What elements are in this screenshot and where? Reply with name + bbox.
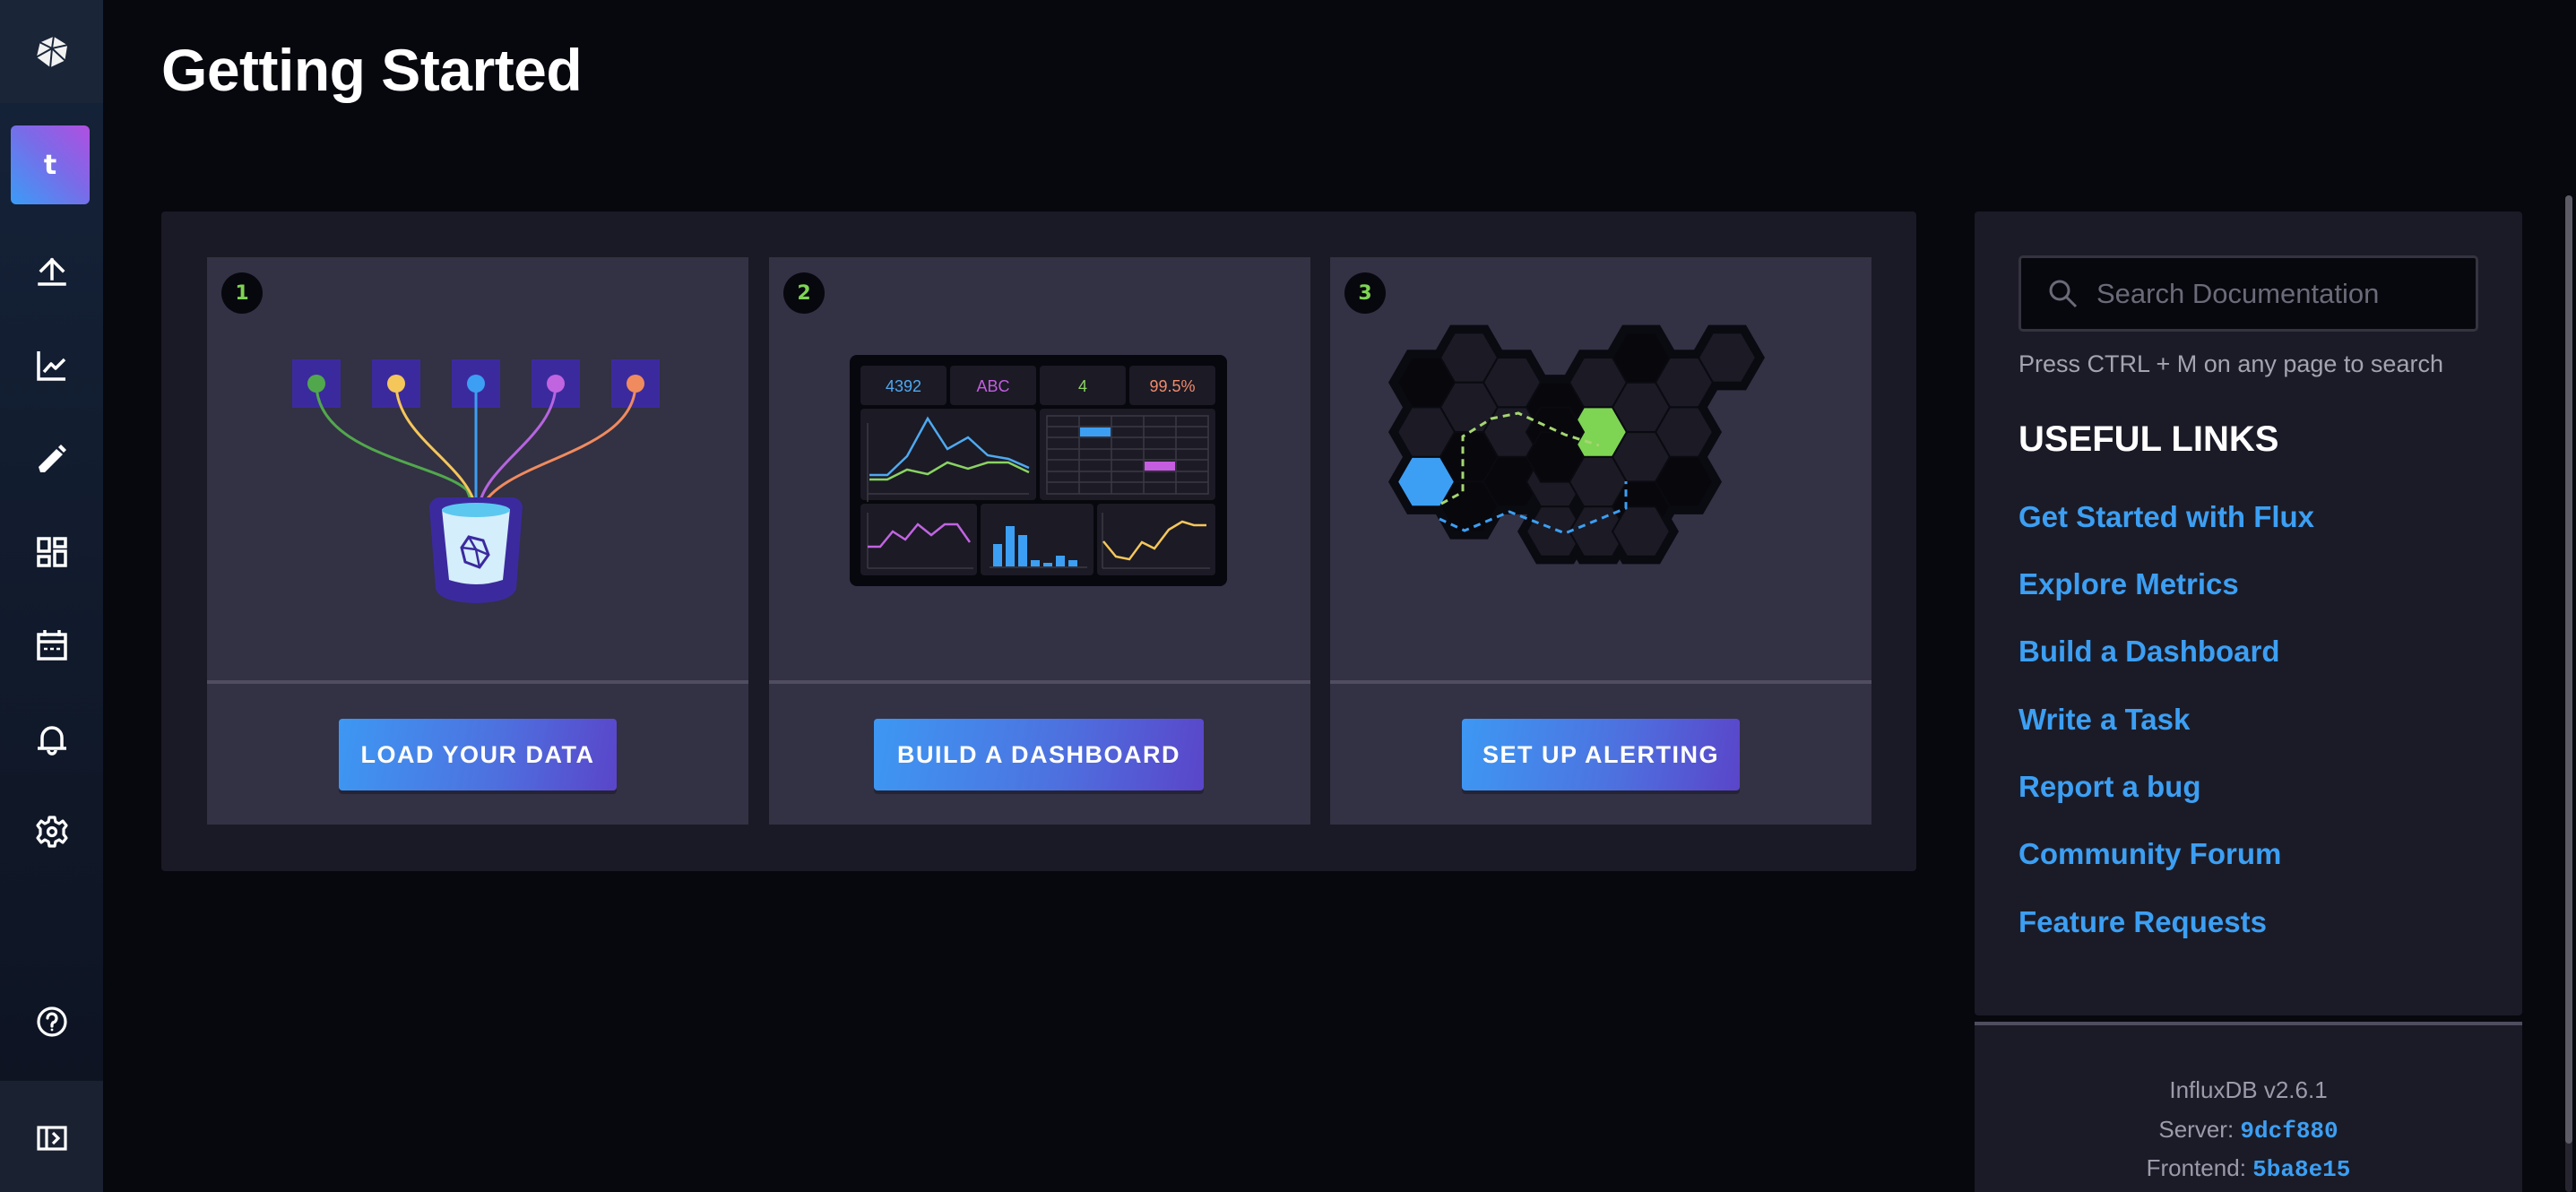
link-get-started-flux[interactable]: Get Started with Flux	[2018, 500, 2314, 534]
search-hint: Press CTRL + M on any page to search	[2018, 350, 2443, 377]
graph-icon	[36, 351, 65, 381]
useful-links-heading: USEFUL LINKS	[2018, 419, 2279, 459]
help-button[interactable]	[0, 986, 103, 1058]
stat-3: 4	[1078, 377, 1087, 395]
link-feature-requests[interactable]: Feature Requests	[2018, 905, 2267, 939]
bucket-icon	[429, 497, 523, 603]
scrollbar-thumb[interactable]	[2565, 195, 2572, 1144]
page-title: Getting Started	[161, 37, 583, 103]
link-report-bug[interactable]: Report a bug	[2018, 770, 2201, 804]
product-version: InfluxDB v2.6.1	[2169, 1076, 2328, 1103]
org-avatar[interactable]: t	[11, 125, 90, 204]
card-divider	[207, 680, 748, 684]
expand-sidebar-button[interactable]	[0, 1102, 103, 1174]
bell-icon	[37, 726, 66, 756]
set-up-alerting-button[interactable]: SET UP ALERTING	[1462, 719, 1740, 790]
nav-alerts[interactable]	[0, 704, 103, 775]
docs-search-input[interactable]	[2096, 277, 2455, 310]
search-icon	[2049, 280, 2078, 307]
stat-1: 4392	[886, 377, 921, 395]
step-number: 2	[783, 272, 825, 314]
nav-tasks[interactable]	[0, 609, 103, 681]
sidebar-footer	[0, 1081, 103, 1192]
page-scrollbar[interactable]	[2565, 195, 2572, 1192]
card-load-data: 1 LOAD YOUR DATA	[207, 257, 748, 825]
build-a-dashboard-button[interactable]: BUILD A DASHBOARD	[874, 719, 1204, 790]
load-your-data-button[interactable]: LOAD YOUR DATA	[339, 719, 617, 790]
influxdb-cube-icon	[34, 34, 69, 69]
link-explore-metrics[interactable]: Explore Metrics	[2018, 567, 2239, 601]
alerting-illustration	[1388, 324, 1765, 565]
dashboard-illustration: 4392 ABC 4 99.5%	[850, 355, 1227, 586]
nav-settings[interactable]	[0, 796, 103, 868]
server-hash: 9dcf880	[2240, 1118, 2338, 1144]
org-initial: t	[43, 149, 57, 181]
getting-started-panel: 1 LOAD YOUR DATA 4392 ABC 4 99.5% 2 BUIL…	[161, 212, 1916, 871]
pencil-icon	[38, 445, 66, 472]
card-setup-alerting: 3 SET UP ALERTING	[1330, 257, 1871, 825]
server-label: Server:	[2158, 1116, 2235, 1143]
help-circle-icon	[36, 1006, 67, 1037]
step-number: 3	[1344, 272, 1386, 314]
version-info: InfluxDB v2.6.1 Server: 9dcf880 Frontend…	[1975, 1022, 2522, 1192]
nav-dashboards[interactable]	[0, 516, 103, 588]
card-divider	[769, 680, 1310, 684]
frontend-hash: 5ba8e15	[2252, 1156, 2351, 1183]
link-community-forum[interactable]: Community Forum	[2018, 837, 2281, 871]
calendar-icon	[36, 630, 67, 661]
docs-panel: Press CTRL + M on any page to search USE…	[1975, 212, 2522, 1015]
dashboard-icon	[36, 537, 67, 567]
stat-4: 99.5%	[1149, 377, 1195, 395]
gear-icon	[35, 816, 68, 848]
nav-notebooks[interactable]	[0, 423, 103, 495]
card-divider	[1330, 680, 1871, 684]
card-build-dashboard: 4392 ABC 4 99.5% 2 BUILD A DASHBOARD	[769, 257, 1310, 825]
sidebar: t	[0, 0, 103, 1192]
nav-data-explorer[interactable]	[0, 330, 103, 402]
nav-load-data[interactable]	[0, 236, 103, 307]
server-version: Server: 9dcf880	[1975, 1116, 2522, 1144]
step-number: 1	[221, 272, 263, 314]
home-logo[interactable]	[0, 0, 103, 103]
expand-sidebar-icon	[36, 1126, 67, 1151]
link-build-dashboard[interactable]: Build a Dashboard	[2018, 635, 2280, 669]
stat-2: ABC	[976, 377, 1009, 395]
upload-icon	[37, 257, 66, 286]
docs-search-box[interactable]	[2018, 255, 2478, 332]
load-data-illustration	[292, 359, 660, 603]
link-write-task[interactable]: Write a Task	[2018, 703, 2190, 737]
frontend-label: Frontend:	[2146, 1154, 2246, 1181]
app-root: t Getting Started 1 LOAD YOUR DATA 4392 …	[0, 0, 2576, 1192]
frontend-version: Frontend: 5ba8e15	[1975, 1154, 2522, 1183]
